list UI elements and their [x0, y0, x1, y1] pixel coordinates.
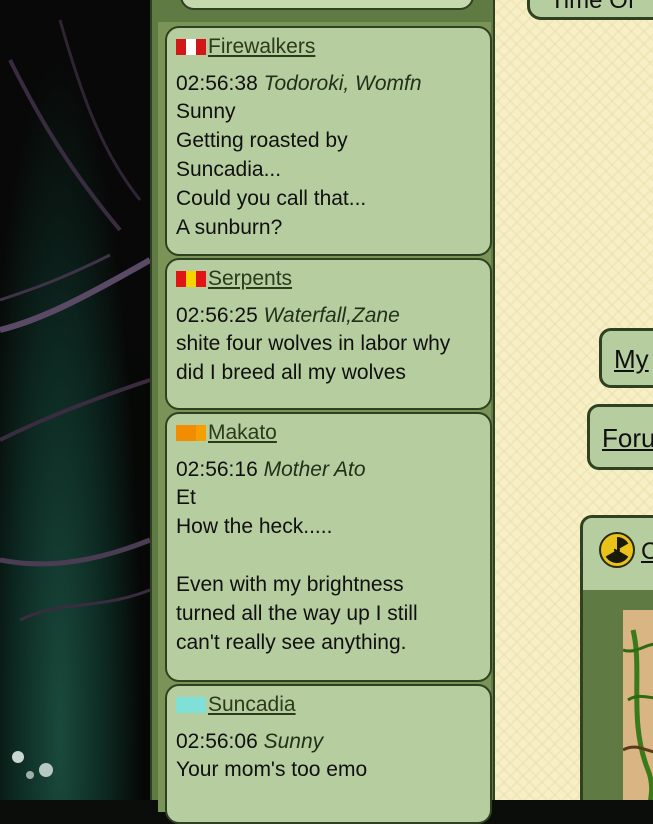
- my-button[interactable]: My: [599, 328, 653, 388]
- right-panel: Time Of My Foru C: [495, 0, 653, 800]
- flag-stripe: [176, 697, 186, 713]
- background-art: [0, 0, 150, 800]
- flag-stripe: [186, 697, 196, 713]
- message-author: Waterfall,Zane: [263, 304, 400, 327]
- tribe-link[interactable]: Firewalkers: [208, 35, 315, 59]
- background-branches: [0, 19, 150, 779]
- message-meta: 02:56:06 Sunny: [176, 728, 482, 755]
- message-text: shite four wolves in labor why did I bre…: [176, 332, 451, 384]
- message-header: Makato: [176, 420, 482, 446]
- flag-stripe: [176, 425, 186, 441]
- message-text: Sunny Getting roasted by Suncadia... Cou…: [176, 100, 367, 239]
- message-header: Suncadia: [176, 692, 482, 718]
- message-time: 02:56:06: [176, 730, 258, 753]
- flag-stripe: [186, 271, 196, 287]
- chat-column: Firewalkers 02:56:38 Todoroki, Womfn Sun…: [150, 0, 495, 824]
- flag-stripe: [176, 39, 186, 55]
- message-header: Serpents: [176, 266, 482, 292]
- flag-stripe: [196, 271, 206, 287]
- message-time: 02:56:16: [176, 458, 258, 481]
- flag-stripe: [176, 271, 186, 287]
- chat-message: Firewalkers 02:56:38 Todoroki, Womfn Sun…: [165, 26, 492, 256]
- tribe-flag-icon: [176, 271, 206, 287]
- chat-input[interactable]: [180, 0, 474, 10]
- flag-stripe: [196, 425, 206, 441]
- info-panel: C: [580, 515, 653, 800]
- tribe-flag-icon: [176, 697, 206, 713]
- panel-image: [622, 610, 653, 800]
- tribe-flag-icon: [176, 39, 206, 55]
- flag-stripe: [186, 39, 196, 55]
- time-of-day-tab[interactable]: Time Of: [527, 0, 653, 20]
- panel-title-link[interactable]: C: [641, 538, 653, 566]
- tribe-link[interactable]: Serpents: [208, 267, 292, 291]
- forum-button[interactable]: Foru: [587, 404, 653, 470]
- chat-message: Makato 02:56:16 Mother Ato Et How the he…: [165, 412, 492, 682]
- message-meta: 02:56:16 Mother Ato: [176, 456, 482, 483]
- message-meta: 02:56:25 Waterfall,Zane: [176, 302, 482, 329]
- message-author: Todoroki, Womfn: [263, 72, 422, 95]
- message-author: Sunny: [263, 730, 324, 753]
- message-meta: 02:56:38 Todoroki, Womfn: [176, 70, 482, 97]
- tribe-link[interactable]: Suncadia: [208, 693, 296, 717]
- chat-message: Serpents 02:56:25 Waterfall,Zane shite f…: [165, 258, 492, 410]
- message-author: Mother Ato: [263, 458, 366, 481]
- message-header: Firewalkers: [176, 34, 482, 60]
- message-time: 02:56:25: [176, 304, 258, 327]
- radiation-icon: [599, 532, 635, 568]
- tribe-link[interactable]: Makato: [208, 421, 277, 445]
- message-time: 02:56:38: [176, 72, 258, 95]
- flag-stripe: [196, 697, 206, 713]
- flag-stripe: [196, 39, 206, 55]
- chat-message: Suncadia 02:56:06 Sunny Your mom's too e…: [165, 684, 492, 824]
- message-text: Et How the heck..... Even with my bright…: [176, 486, 418, 654]
- flag-stripe: [186, 425, 196, 441]
- tribe-flag-icon: [176, 425, 206, 441]
- message-text: Your mom's too emo: [176, 758, 368, 781]
- panel-header: C: [583, 518, 653, 590]
- chat-feed[interactable]: Firewalkers 02:56:38 Todoroki, Womfn Sun…: [158, 22, 492, 824]
